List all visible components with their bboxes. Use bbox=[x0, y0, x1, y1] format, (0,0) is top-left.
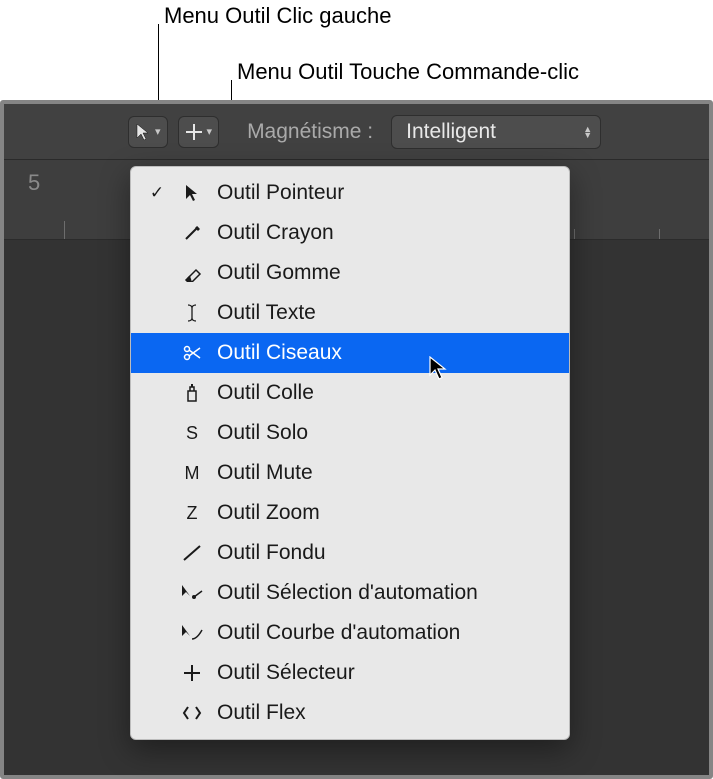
pointer-icon bbox=[135, 123, 151, 141]
menu-item-label: Outil Zoom bbox=[217, 501, 320, 525]
letter-s-icon: S bbox=[179, 423, 205, 444]
text-cursor-icon bbox=[179, 303, 205, 323]
toolbar: ▾ ▾ Magnétisme : Intelligent ▲▼ bbox=[4, 104, 709, 160]
glue-icon bbox=[179, 383, 205, 403]
menu-item-scissors[interactable]: Outil Ciseaux bbox=[131, 333, 569, 373]
ruler-number: 5 bbox=[28, 170, 40, 196]
automation-curve-icon bbox=[179, 624, 205, 642]
scissors-icon bbox=[179, 344, 205, 362]
magnetism-dropdown[interactable]: Intelligent ▲▼ bbox=[391, 115, 601, 149]
menu-item-glue[interactable]: Outil Colle bbox=[131, 373, 569, 413]
menu-item-flex[interactable]: Outil Flex bbox=[131, 693, 569, 733]
menu-item-letter-z[interactable]: Z Outil Zoom bbox=[131, 493, 569, 533]
annotation-left-click: Menu Outil Clic gauche bbox=[164, 3, 391, 29]
marquee-icon bbox=[179, 664, 205, 682]
annotation-cmd-click: Menu Outil Touche Commande-clic bbox=[237, 59, 579, 85]
chevron-down-icon: ▾ bbox=[155, 125, 161, 138]
menu-item-label: Outil Pointeur bbox=[217, 181, 344, 205]
automation-select-icon bbox=[179, 584, 205, 602]
menu-item-label: Outil Fondu bbox=[217, 541, 326, 565]
menu-item-pointer[interactable]: ✓ Outil Pointeur bbox=[131, 173, 569, 213]
menu-item-label: Outil Courbe d'automation bbox=[217, 621, 460, 645]
menu-item-pencil[interactable]: Outil Crayon bbox=[131, 213, 569, 253]
chevron-down-icon: ▾ bbox=[207, 125, 213, 138]
letter-m-icon: M bbox=[179, 463, 205, 484]
marquee-icon bbox=[185, 123, 203, 141]
magnetism-value: Intelligent bbox=[406, 120, 496, 144]
eraser-icon bbox=[179, 264, 205, 282]
flex-icon bbox=[179, 705, 205, 721]
menu-item-text-cursor[interactable]: Outil Texte bbox=[131, 293, 569, 333]
menu-item-marquee[interactable]: Outil Sélecteur bbox=[131, 653, 569, 693]
menu-item-letter-m[interactable]: M Outil Mute bbox=[131, 453, 569, 493]
menu-item-label: Outil Sélecteur bbox=[217, 661, 355, 685]
menu-item-label: Outil Mute bbox=[217, 461, 313, 485]
menu-item-label: Outil Sélection d'automation bbox=[217, 581, 478, 605]
updown-chevron-icon: ▲▼ bbox=[583, 126, 592, 138]
pointer-icon bbox=[179, 184, 205, 202]
checkmark-icon: ✓ bbox=[147, 183, 167, 203]
menu-item-automation-select[interactable]: Outil Sélection d'automation bbox=[131, 573, 569, 613]
menu-item-label: Outil Crayon bbox=[217, 221, 334, 245]
menu-item-automation-curve[interactable]: Outil Courbe d'automation bbox=[131, 613, 569, 653]
fade-line-icon bbox=[179, 544, 205, 562]
left-click-tool-menu-button[interactable]: ▾ bbox=[128, 116, 168, 148]
cmd-click-tool-menu-button[interactable]: ▾ bbox=[178, 116, 220, 148]
menu-item-fade-line[interactable]: Outil Fondu bbox=[131, 533, 569, 573]
tool-menu: ✓ Outil Pointeur Outil Crayon Outil Gomme Ou… bbox=[130, 166, 570, 740]
magnetism-label: Magnétisme : bbox=[247, 120, 373, 144]
pencil-icon bbox=[179, 224, 205, 242]
menu-item-label: Outil Flex bbox=[217, 701, 306, 725]
menu-item-eraser[interactable]: Outil Gomme bbox=[131, 253, 569, 293]
menu-item-label: Outil Colle bbox=[217, 381, 314, 405]
letter-z-icon: Z bbox=[179, 503, 205, 524]
menu-item-label: Outil Texte bbox=[217, 301, 316, 325]
menu-item-label: Outil Solo bbox=[217, 421, 308, 445]
menu-item-label: Outil Ciseaux bbox=[217, 341, 342, 365]
menu-item-letter-s[interactable]: S Outil Solo bbox=[131, 413, 569, 453]
menu-item-label: Outil Gomme bbox=[217, 261, 341, 285]
